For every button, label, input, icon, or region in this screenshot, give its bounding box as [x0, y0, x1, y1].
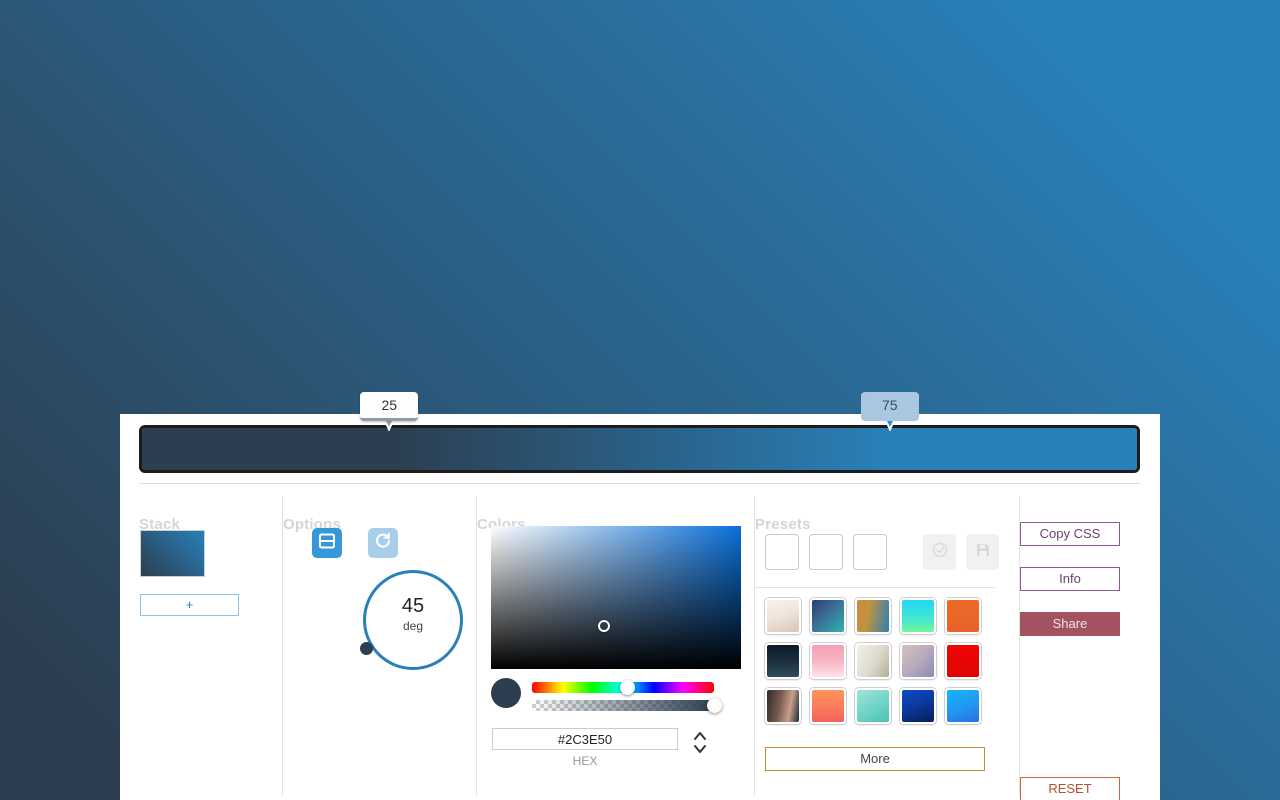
angle-unit-label: deg	[402, 619, 424, 633]
preset-swatch[interactable]	[945, 598, 981, 634]
floppy-save-icon	[975, 542, 991, 563]
actions-column: Copy CSS Info Share RESET	[1020, 496, 1140, 800]
angle-dial[interactable]: 45 deg	[360, 570, 463, 670]
preset-swatch[interactable]	[900, 643, 936, 679]
picker-cursor[interactable]	[598, 620, 610, 632]
alpha-slider-knob[interactable]	[707, 698, 722, 713]
preset-swatch[interactable]	[855, 688, 891, 724]
saved-preset-slot[interactable]	[809, 534, 843, 570]
radial-gradient-type-button[interactable]	[368, 528, 398, 558]
stop-value-tooltip[interactable]: 25	[360, 392, 419, 421]
preset-swatch[interactable]	[855, 643, 891, 679]
gradient-editor-panel: 25 75 Stack + Options 45 deg Colors #2C3…	[120, 392, 1160, 800]
preset-swatch[interactable]	[945, 643, 981, 679]
colors-column: Colors HEX	[477, 496, 755, 796]
preset-swatch[interactable]	[855, 598, 891, 634]
presets-divider	[755, 587, 995, 588]
preset-swatch[interactable]	[900, 598, 936, 634]
panel-divider	[139, 483, 1140, 484]
preset-swatch[interactable]	[945, 688, 981, 724]
reset-button[interactable]: RESET	[1020, 777, 1120, 800]
preset-swatch[interactable]	[810, 643, 846, 679]
preset-swatch-grid	[765, 598, 981, 724]
saved-preset-slot[interactable]	[765, 534, 799, 570]
gradient-preview-fill	[142, 428, 1137, 470]
options-column: Options 45 deg	[283, 496, 477, 796]
saved-preset-slot[interactable]	[853, 534, 887, 570]
color-format-stepper[interactable]	[691, 728, 709, 756]
preset-swatch[interactable]	[900, 688, 936, 724]
save-preset-button	[966, 534, 999, 570]
angle-dial-knob[interactable]	[360, 642, 373, 655]
alpha-slider[interactable]	[532, 700, 714, 711]
share-button[interactable]: Share	[1020, 612, 1120, 636]
gradient-preview-area: 25 75	[139, 392, 1140, 473]
linear-gradient-icon	[318, 532, 336, 555]
preset-swatch[interactable]	[765, 643, 801, 679]
hue-slider-knob[interactable]	[619, 680, 635, 695]
saturation-value-picker[interactable]	[491, 526, 741, 669]
hex-input[interactable]	[492, 728, 678, 750]
current-color-swatch	[491, 678, 521, 708]
preset-swatch[interactable]	[765, 598, 801, 634]
preset-swatch[interactable]	[765, 688, 801, 724]
add-layer-button[interactable]: +	[140, 594, 239, 616]
copy-css-button[interactable]: Copy CSS	[1020, 522, 1120, 546]
angle-value: 45	[401, 595, 425, 617]
check-circle-icon	[931, 541, 949, 564]
stack-column: Stack +	[139, 496, 283, 796]
info-button[interactable]: Info	[1020, 567, 1120, 591]
refresh-rotate-icon	[374, 532, 392, 555]
presets-column: Presets More	[755, 496, 1020, 796]
editor-columns: Stack + Options 45 deg Colors #2C3E50 HE…	[139, 496, 1140, 800]
more-presets-button[interactable]: More	[765, 747, 985, 771]
stop-value-tooltip[interactable]: 75	[860, 392, 919, 421]
preset-swatch[interactable]	[810, 598, 846, 634]
apply-preset-button	[923, 534, 956, 570]
stack-layer-thumbnail[interactable]	[140, 530, 205, 577]
hex-format-label: HEX	[572, 754, 598, 768]
presets-title: Presets	[755, 516, 811, 533]
preset-swatch[interactable]	[810, 688, 846, 724]
gradient-preview-bar[interactable]	[139, 425, 1140, 473]
linear-gradient-type-button[interactable]	[312, 528, 342, 558]
saved-presets-row	[765, 534, 999, 570]
